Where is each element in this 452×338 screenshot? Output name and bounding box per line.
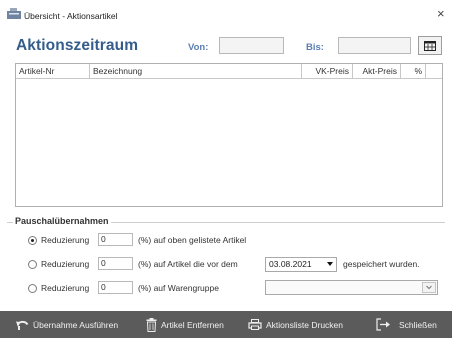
- option-text: gespeichert wurden.: [343, 259, 420, 269]
- dropdown-button[interactable]: [422, 282, 436, 293]
- close-button[interactable]: ×: [437, 6, 445, 22]
- column-header-percent[interactable]: %: [401, 64, 426, 78]
- date-picker[interactable]: 03.08.2021: [265, 257, 337, 272]
- table-header: Artikel-Nr Bezeichnung VK-Preis Akt-Prei…: [16, 64, 442, 79]
- trash-icon: [146, 317, 157, 332]
- toolbar-button-label: Aktionsliste Drucken: [266, 319, 344, 330]
- option-text: (%) auf oben gelistete Artikel: [138, 235, 247, 245]
- von-label: Von:: [188, 42, 209, 53]
- option-text: (%) auf Warengruppe: [138, 283, 219, 293]
- aktionsliste-drucken-button[interactable]: Aktionsliste Drucken: [248, 311, 343, 338]
- option-text: (%) auf Artikel die vor dem: [138, 259, 238, 269]
- column-header-akt-preis[interactable]: Akt-Preis: [353, 64, 401, 78]
- radio-label: Reduzierung: [41, 283, 90, 293]
- app-icon: [7, 8, 21, 19]
- page-heading: Aktionszeitraum: [16, 37, 139, 54]
- column-header-vk-preis[interactable]: VK-Preis: [302, 64, 353, 78]
- artikel-entfernen-button[interactable]: Artikel Entfernen: [146, 311, 224, 338]
- calendar-button[interactable]: [418, 36, 442, 55]
- bis-label: Bis:: [306, 42, 324, 53]
- article-table[interactable]: Artikel-Nr Bezeichnung VK-Preis Akt-Prei…: [15, 63, 443, 207]
- toolbar-button-label: Übernahme Ausführen: [33, 319, 119, 330]
- undo-arrow-icon: [16, 320, 29, 330]
- radio-option-warengruppe[interactable]: [28, 284, 37, 293]
- groupbox-title: Pauschalübernahmen: [13, 216, 111, 226]
- calendar-icon: [424, 40, 436, 51]
- radio-option-list[interactable]: [28, 236, 37, 245]
- radio-label: Reduzierung: [41, 235, 90, 245]
- bis-date-field[interactable]: [338, 37, 411, 54]
- toolbar-button-label: Artikel Entfernen: [161, 319, 224, 330]
- uebernahme-ausfuehren-button[interactable]: Übernahme Ausführen: [16, 311, 118, 338]
- warengruppe-select[interactable]: [265, 280, 438, 295]
- radio-option-date[interactable]: [28, 260, 37, 269]
- printer-icon: [248, 319, 262, 330]
- toolbar-button-label: Schließen: [399, 319, 437, 330]
- radio-label: Reduzierung: [41, 259, 90, 269]
- chevron-down-icon: [327, 262, 333, 266]
- column-header-bezeichnung[interactable]: Bezeichnung: [90, 64, 302, 78]
- reduzierung-input-warengruppe[interactable]: 0: [98, 281, 133, 294]
- window-title: Übersicht - Aktionsartikel: [24, 11, 118, 21]
- von-date-field[interactable]: [219, 37, 284, 54]
- exit-icon: [376, 318, 390, 331]
- reduzierung-input-list[interactable]: 0: [98, 233, 133, 246]
- schliessen-button[interactable]: Schließen: [376, 311, 437, 338]
- chevron-down-icon: [426, 285, 432, 290]
- date-picker-value: 03.08.2021: [269, 259, 312, 269]
- column-header-artikel-nr[interactable]: Artikel-Nr: [16, 64, 90, 78]
- reduzierung-input-date[interactable]: 0: [98, 257, 133, 270]
